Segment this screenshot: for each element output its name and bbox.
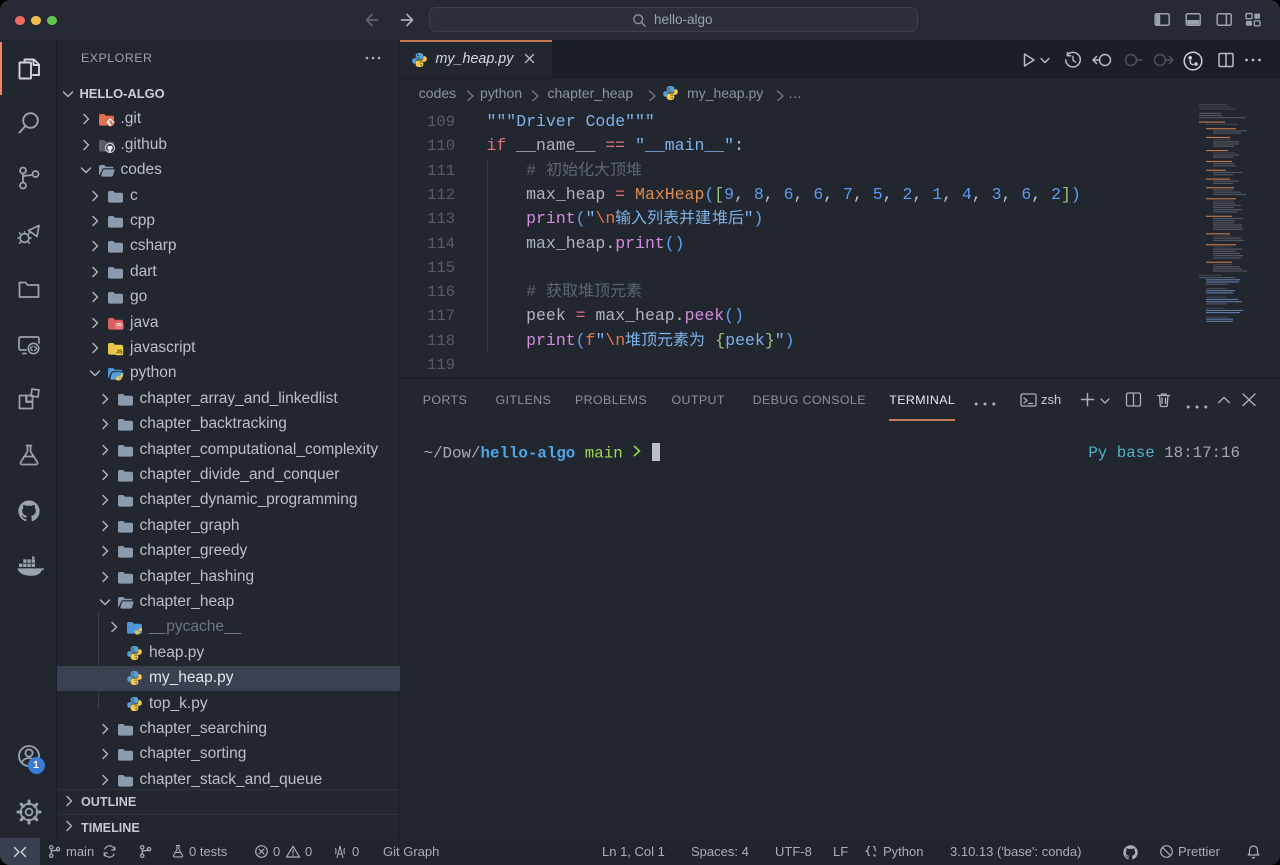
svg-text:JS: JS	[116, 350, 123, 356]
